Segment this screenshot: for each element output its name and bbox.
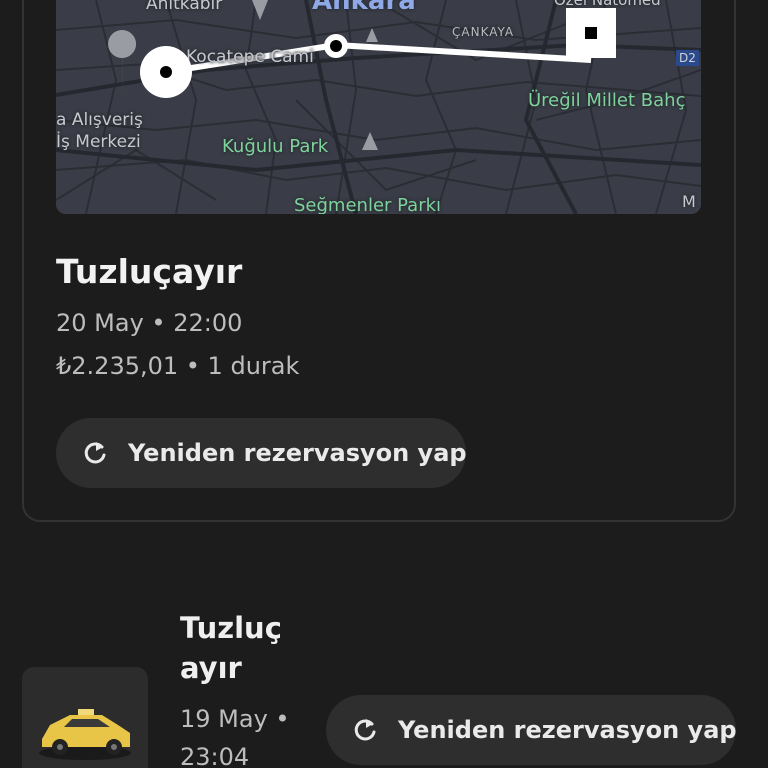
map-label-cankaya: ÇANKAYA [452,25,515,39]
map-label-kugulu: Kuğulu Park [222,136,329,157]
rebook-button-2-label: Yeniden rezervasyon yap [398,716,737,744]
route-start-icon [140,46,192,98]
trip-destination: Tuzluçayır [56,252,243,291]
trip2-destination: Tuzluç ayır [180,608,300,688]
map-label-uregil: Üreğil Millet Bahç [528,90,686,111]
refresh-icon [84,442,106,464]
map-label-d2: D2 [676,50,699,66]
rebook-button-2[interactable]: Yeniden rezervasyon yap [326,695,737,765]
map-label-segmenler: Seğmenler Parkı [294,195,442,214]
trip-datetime: 20 May • 22:00 [56,309,243,337]
route-end-icon [566,8,616,58]
route-stop-icon [324,34,348,58]
trip-price-stops: ₺2.235,01 • 1 durak [56,352,300,380]
trip2-date-line1: 19 May • [180,705,290,733]
trip2-date-line2: 23:04 [180,743,250,768]
map-label-anitkabir: Anıtkabir [146,0,223,14]
map-label-alisveris: a Alışveriş [56,110,143,130]
map-label-ankara: Ankara [312,0,416,16]
map-label-m: M [682,192,696,211]
trip2-destination-line1: Tuzluç [180,611,282,645]
rebook-button-label: Yeniden rezervasyon yap [128,439,467,467]
refresh-icon [354,719,376,741]
map-label-kocatepe: Kocatepe Cami [186,47,314,67]
trip2-destination-line2: ayır [180,651,242,685]
trip2-datetime: 19 May • 23:04 [180,700,300,768]
trip-map: Anıtkabir Ankara Özel Natomed ÇANKAYA Ko… [56,0,701,214]
rebook-button[interactable]: Yeniden rezervasyon yap [56,418,467,488]
taxi-car-icon [39,709,131,760]
vehicle-thumbnail [22,667,148,768]
map-label-merkezi: İş Merkezi [56,132,141,152]
